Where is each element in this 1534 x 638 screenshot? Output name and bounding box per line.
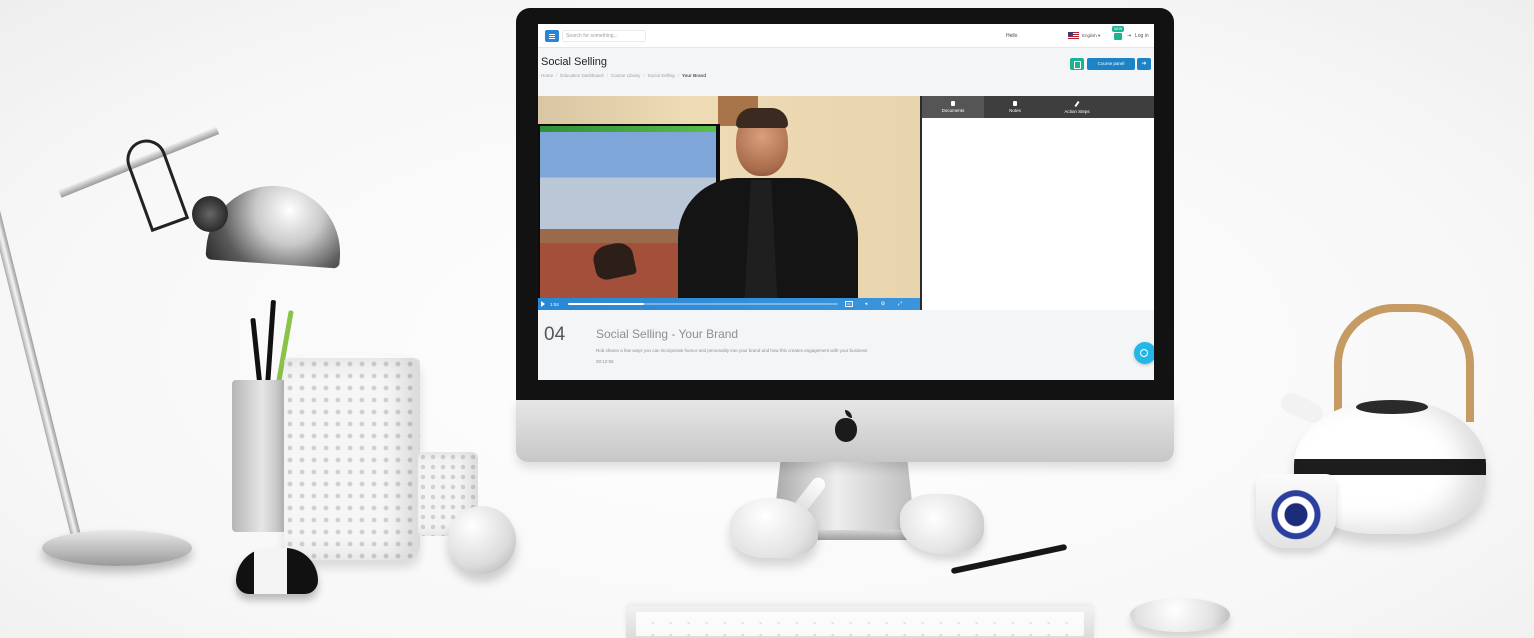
- breadcrumb-home[interactable]: Home: [541, 73, 553, 78]
- top-bar: Search for something... Hello English ▾ …: [538, 24, 1154, 48]
- progress-fill: [568, 303, 644, 305]
- perforated-vase: [284, 358, 420, 560]
- video-controls: 1:04 cc ◂ ⚙ ⤢: [538, 298, 920, 310]
- document-button[interactable]: [1070, 58, 1084, 70]
- pencil-icon: [1074, 100, 1080, 107]
- arrow-right-icon: ➜: [1141, 61, 1147, 67]
- login-icon[interactable]: ⇥: [1127, 33, 1131, 39]
- pencil: [250, 317, 263, 389]
- course-player-screen: Search for something... Hello English ▾ …: [538, 24, 1154, 380]
- lesson-title: Social Selling - Your Brand: [596, 327, 739, 341]
- search-input[interactable]: Search for something...: [562, 30, 646, 42]
- tab-label: Notes: [1009, 108, 1021, 113]
- breadcrumb-social-selling[interactable]: Social Selling: [648, 73, 675, 78]
- greeting-text: Hello: [1006, 33, 1018, 39]
- glass-sphere: [448, 506, 516, 574]
- pencil-cup: [232, 380, 292, 532]
- breadcrumb-education-dashboard[interactable]: Education Dashboard: [560, 73, 603, 78]
- captions-icon[interactable]: cc: [843, 298, 855, 310]
- new-badge: NEW: [1112, 26, 1125, 32]
- tab-documents[interactable]: Documents: [922, 96, 984, 118]
- video-player[interactable]: 1:04 cc ◂ ⚙ ⤢: [538, 96, 920, 310]
- breadcrumb-course-library[interactable]: Course Library: [611, 73, 641, 78]
- progress-bar[interactable]: [568, 303, 838, 305]
- breadcrumb: Home / Education Dashboard / Course Librar…: [541, 73, 707, 78]
- lesson-duration: 00:12:55: [596, 359, 614, 364]
- fullscreen-icon[interactable]: ⤢: [894, 298, 906, 310]
- desk-lamp-shade: [205, 181, 345, 269]
- resources-panel: Documents Notes Action Steps: [920, 96, 1154, 310]
- lesson-number: 04: [544, 324, 566, 345]
- volume-icon[interactable]: ◂: [860, 298, 872, 310]
- play-icon[interactable]: [538, 298, 548, 310]
- desk-lamp-pole: [0, 189, 82, 542]
- tab-notes[interactable]: Notes: [984, 96, 1046, 118]
- tea-cup: [1256, 474, 1336, 548]
- video-frame-presenter-hair: [736, 108, 788, 128]
- desk-scene: Search for something... Hello English ▾ …: [0, 0, 1534, 638]
- apple-logo-icon: [826, 410, 866, 450]
- menu-toggle-button[interactable]: [545, 30, 559, 42]
- tab-action-steps[interactable]: Action Steps: [1046, 96, 1108, 118]
- teapot-lid: [1356, 400, 1428, 414]
- lesson-description: Rob shares a few ways you can incorporat…: [596, 348, 868, 353]
- document-icon: [951, 101, 955, 106]
- chat-icon[interactable]: [1114, 33, 1122, 40]
- breadcrumb-current: Your Brand: [681, 73, 707, 78]
- tab-label: Action Steps: [1064, 108, 1090, 114]
- course-panel-button[interactable]: Course panel: [1087, 58, 1135, 70]
- resource-tabs: Documents Notes Action Steps: [922, 96, 1154, 118]
- panda-figurine: [236, 548, 318, 594]
- language-selector[interactable]: English ▾: [1082, 33, 1100, 39]
- note-icon: [1013, 101, 1017, 106]
- desk-lamp-knob: [192, 196, 228, 232]
- tab-label: Documents: [941, 108, 965, 113]
- help-chat-button[interactable]: [1134, 342, 1154, 364]
- hamburger-icon: [549, 33, 555, 39]
- login-link[interactable]: Log in: [1135, 33, 1149, 39]
- lesson-info: 04 Social Selling - Your Brand Rob share…: [538, 310, 1154, 380]
- mouse: [1130, 598, 1230, 632]
- crumpled-paper: [900, 494, 984, 554]
- video-frame-runner: [590, 240, 638, 282]
- next-lesson-button[interactable]: ➜: [1137, 58, 1151, 70]
- pencil: [265, 299, 276, 387]
- settings-icon[interactable]: ⚙: [877, 298, 889, 310]
- us-flag-icon[interactable]: [1068, 32, 1079, 39]
- current-time: 1:04: [550, 301, 559, 307]
- keyboard-keys: [636, 612, 1084, 636]
- desk-lamp-base: [42, 530, 192, 566]
- page-title: Social Selling: [541, 56, 608, 68]
- language-label: English: [1082, 33, 1097, 38]
